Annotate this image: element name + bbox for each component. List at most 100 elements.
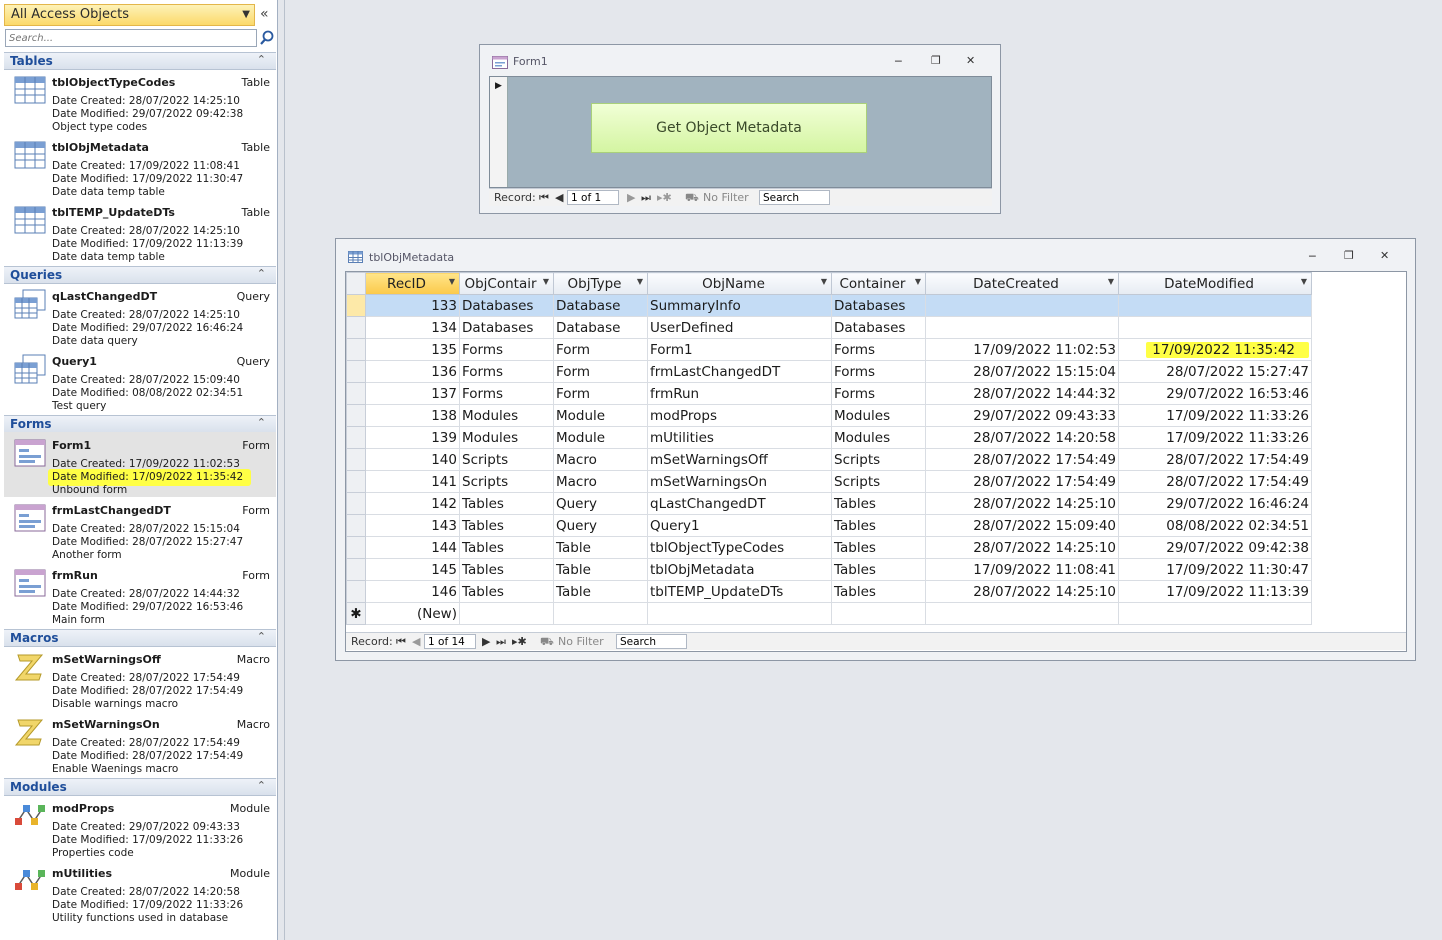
cell-objcontainer[interactable]: Tables	[459, 558, 554, 581]
row-selector[interactable]	[346, 404, 366, 427]
nav-object-tblobjmetadata[interactable]: tblObjMetadata Table Date Created: 17/09…	[4, 134, 276, 199]
cell-recid[interactable]: 135	[365, 338, 460, 361]
cell-recid[interactable]: 138	[365, 404, 460, 427]
cell-objcontainer[interactable]: Tables	[459, 492, 554, 515]
cell-container[interactable]: Scripts	[831, 448, 926, 471]
table-row[interactable]: 137 Forms Form frmRun Forms 28/07/2022 1…	[346, 382, 1312, 405]
cell-objname[interactable]: mSetWarningsOff	[647, 448, 832, 471]
search-icon[interactable]	[259, 29, 275, 47]
cell-datecreated[interactable]: 28/07/2022 17:54:49	[925, 470, 1119, 493]
cell-objtype[interactable]: Table	[553, 558, 648, 581]
nav-object-frmlastchangeddt[interactable]: frmLastChangedDT Form Date Created: 28/0…	[4, 497, 276, 562]
cell-recid[interactable]: 143	[365, 514, 460, 537]
cell-objcontainer[interactable]: Modules	[459, 404, 554, 427]
group-header-forms[interactable]: Forms ⌃	[4, 415, 276, 433]
record-search-input[interactable]	[616, 634, 687, 649]
new-record-icon[interactable]: ▸✱	[512, 635, 527, 648]
column-header-objcontainer[interactable]: ObjContair ▼	[459, 272, 554, 295]
nav-object-tblobjecttypecodes[interactable]: tblObjectTypeCodes Table Date Created: 2…	[4, 69, 276, 134]
cell-container[interactable]: Tables	[831, 514, 926, 537]
cell-datemodified[interactable]: 17/09/2022 11:33:26	[1118, 404, 1312, 427]
table-row[interactable]: 144 Tables Table tblObjectTypeCodes Tabl…	[346, 536, 1312, 559]
cell-datecreated[interactable]: 17/09/2022 11:08:41	[925, 558, 1119, 581]
table-row[interactable]: 138 Modules Module modProps Modules 29/0…	[346, 404, 1312, 427]
cell-objcontainer[interactable]: Tables	[459, 514, 554, 537]
nav-object-tbltemp-updatedts[interactable]: tblTEMP_UpdateDTs Table Date Created: 28…	[4, 199, 276, 264]
table-row[interactable]: 139 Modules Module mUtilities Modules 28…	[346, 426, 1312, 449]
cell-container[interactable]: Tables	[831, 492, 926, 515]
cell-objtype[interactable]: Form	[553, 360, 648, 383]
cell-objtype[interactable]: Query	[553, 492, 648, 515]
row-selector[interactable]	[346, 536, 366, 559]
cell-objname[interactable]: SummaryInfo	[647, 294, 832, 317]
table-row[interactable]: 143 Tables Query Query1 Tables 28/07/202…	[346, 514, 1312, 537]
cell-recid[interactable]: 142	[365, 492, 460, 515]
group-header-queries[interactable]: Queries ⌃	[4, 266, 276, 284]
cell-datecreated[interactable]: 28/07/2022 14:25:10	[925, 492, 1119, 515]
cell-objname[interactable]: UserDefined	[647, 316, 832, 339]
row-selector[interactable]	[346, 492, 366, 515]
column-header-container[interactable]: Container ▼	[831, 272, 926, 295]
table-row[interactable]: 134 Databases Database UserDefined Datab…	[346, 316, 1312, 339]
cell-recid[interactable]: 134	[365, 316, 460, 339]
row-selector[interactable]	[346, 470, 366, 493]
chevron-down-icon[interactable]: ▼	[242, 9, 250, 20]
cell-empty[interactable]	[553, 602, 648, 625]
cell-objname[interactable]: modProps	[647, 404, 832, 427]
cell-datemodified[interactable]: 08/08/2022 02:34:51	[1118, 514, 1312, 537]
cell-container[interactable]: Modules	[831, 404, 926, 427]
row-selector[interactable]	[346, 514, 366, 537]
cell-objtype[interactable]: Macro	[553, 448, 648, 471]
cell-recid[interactable]: 139	[365, 426, 460, 449]
row-selector[interactable]	[346, 294, 366, 317]
cell-container[interactable]: Tables	[831, 558, 926, 581]
cell-datemodified[interactable]	[1118, 294, 1312, 317]
cell-datecreated[interactable]: 28/07/2022 15:15:04	[925, 360, 1119, 383]
cell-objcontainer[interactable]: Databases	[459, 316, 554, 339]
cell-datemodified[interactable]: 17/09/2022 11:13:39	[1118, 580, 1312, 603]
cell-container[interactable]: Scripts	[831, 470, 926, 493]
nav-search-input[interactable]	[5, 29, 257, 47]
cell-container[interactable]: Databases	[831, 316, 926, 339]
next-record-icon[interactable]: ▶	[627, 191, 635, 204]
cell-datecreated[interactable]: 28/07/2022 14:44:32	[925, 382, 1119, 405]
chevron-down-icon[interactable]: ▼	[637, 277, 643, 286]
chevron-up-icon[interactable]: ⌃	[257, 267, 266, 280]
form1-window[interactable]: Form1 ─ ❐ ✕ ▶ Get Object Metadata Record…	[479, 44, 1001, 214]
new-record-row[interactable]: ✱ (New)	[346, 602, 1312, 625]
filter-status[interactable]: No Filter	[703, 191, 749, 204]
close-icon[interactable]: ✕	[966, 54, 975, 67]
new-record-icon[interactable]: ✱	[346, 602, 366, 625]
cell-objname[interactable]: Query1	[647, 514, 832, 537]
column-header-datemodified[interactable]: DateModified ▼	[1118, 272, 1312, 295]
chevron-down-icon[interactable]: ▼	[1108, 277, 1114, 286]
previous-record-icon[interactable]: ◀	[555, 191, 563, 204]
record-position-input[interactable]	[567, 190, 619, 205]
cell-recid[interactable]: 133	[365, 294, 460, 317]
table-row[interactable]: 142 Tables Query qLastChangedDT Tables 2…	[346, 492, 1312, 515]
cell-objname[interactable]: frmLastChangedDT	[647, 360, 832, 383]
get-object-metadata-button[interactable]: Get Object Metadata	[591, 103, 867, 153]
cell-container[interactable]: Modules	[831, 426, 926, 449]
cell-objname[interactable]: qLastChangedDT	[647, 492, 832, 515]
chevron-up-icon[interactable]: ⌃	[257, 630, 266, 643]
cell-objname[interactable]: Form1	[647, 338, 832, 361]
restore-icon[interactable]: ❐	[1344, 249, 1354, 262]
table-row[interactable]: 145 Tables Table tblObjMetadata Tables 1…	[346, 558, 1312, 581]
minimize-icon[interactable]: ─	[1309, 250, 1316, 263]
cell-container[interactable]: Tables	[831, 580, 926, 603]
chevron-down-icon[interactable]: ▼	[1301, 277, 1307, 286]
new-record-icon[interactable]: ▸✱	[657, 191, 672, 204]
chevron-down-icon[interactable]: ▼	[543, 277, 549, 286]
row-selector[interactable]	[346, 338, 366, 361]
cell-datemodified[interactable]: 29/07/2022 16:53:46	[1118, 382, 1312, 405]
filter-status[interactable]: No Filter	[558, 635, 604, 648]
last-record-icon[interactable]: ⏭	[496, 635, 506, 649]
cell-objtype[interactable]: Macro	[553, 470, 648, 493]
table-row[interactable]: 146 Tables Table tblTEMP_UpdateDTs Table…	[346, 580, 1312, 603]
minimize-icon[interactable]: ─	[895, 55, 902, 68]
cell-objcontainer[interactable]: Forms	[459, 360, 554, 383]
cell-datecreated[interactable]: 28/07/2022 14:20:58	[925, 426, 1119, 449]
cell-container[interactable]: Tables	[831, 536, 926, 559]
nav-object-query1[interactable]: Query1 Query Date Created: 28/07/2022 15…	[4, 348, 276, 413]
